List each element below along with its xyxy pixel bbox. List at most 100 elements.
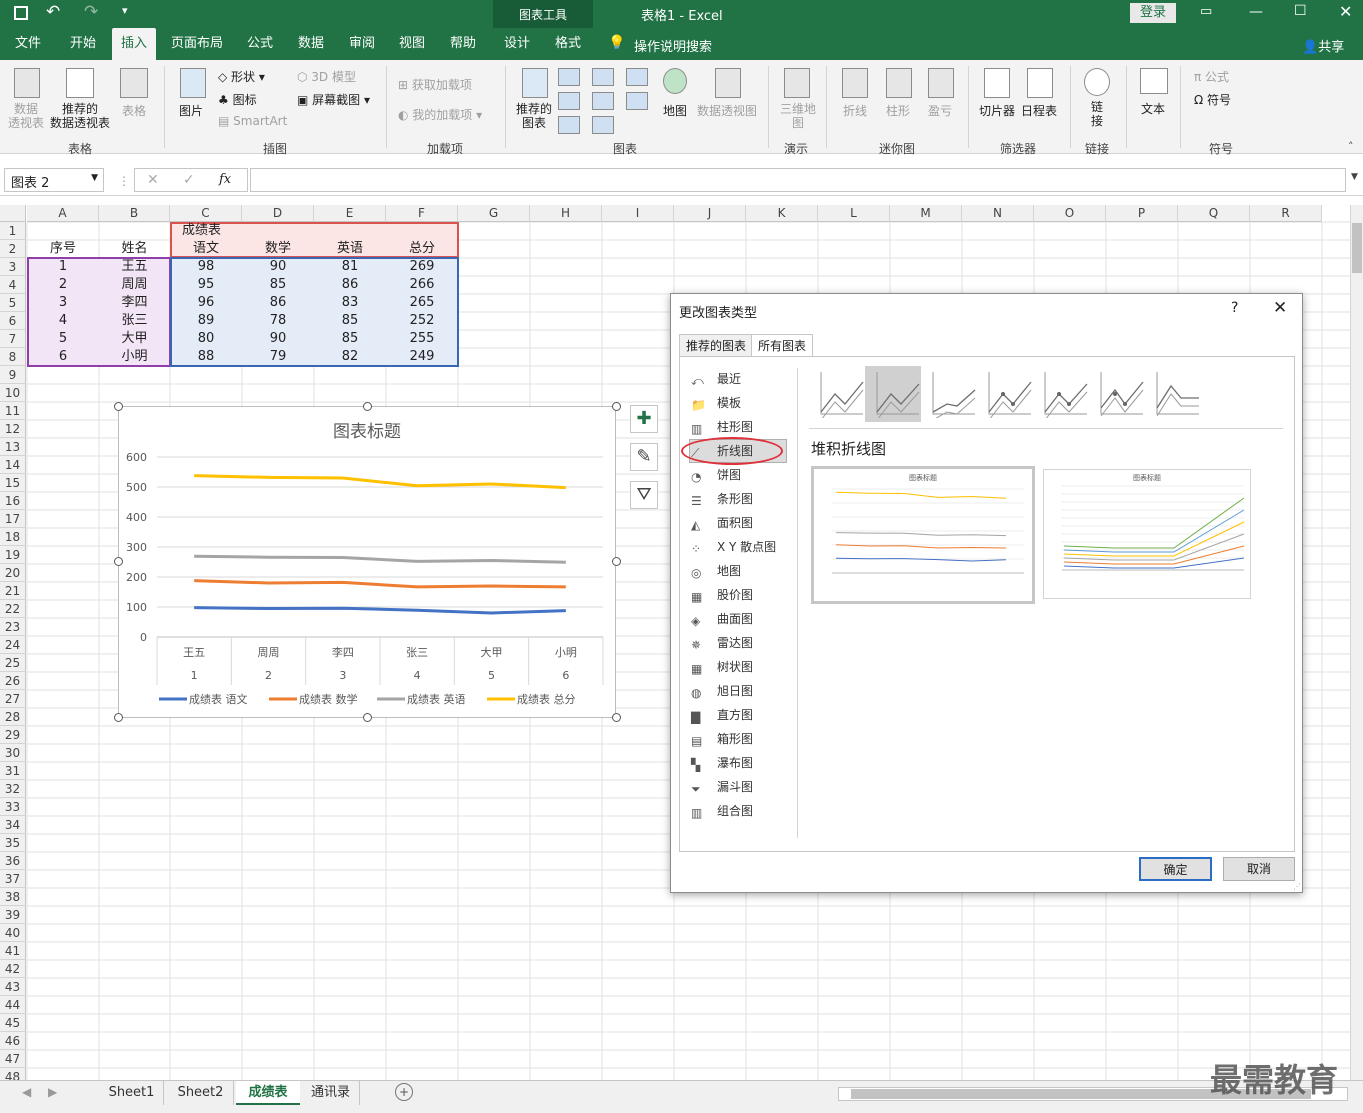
resize-handle[interactable] bbox=[114, 402, 123, 411]
row-header[interactable]: 11 bbox=[0, 402, 26, 420]
chart-subtype-option[interactable] bbox=[929, 368, 979, 421]
row-header[interactable]: 23 bbox=[0, 618, 26, 636]
row-header[interactable]: 47 bbox=[0, 1050, 26, 1068]
table-cell[interactable]: 78 bbox=[242, 312, 314, 330]
chart-subtype-option[interactable] bbox=[985, 368, 1035, 421]
row-header[interactable]: 12 bbox=[0, 420, 26, 438]
table-cell[interactable]: 85 bbox=[314, 330, 386, 348]
row-header[interactable]: 17 bbox=[0, 510, 26, 528]
line-chart[interactable]: 图表标题 600 500 400 300 200 100 0 王五 1 周周 2 李四 3 张三 4 大甲 5 小… bbox=[118, 406, 616, 718]
row-header[interactable]: 4 bbox=[0, 276, 26, 294]
waterfall-chart-icon[interactable] bbox=[626, 92, 648, 110]
column-header[interactable]: H bbox=[530, 205, 602, 222]
icons-button[interactable]: ♣ 图标 bbox=[218, 91, 257, 108]
table-cell[interactable]: 249 bbox=[386, 348, 458, 366]
cancel-icon[interactable]: ✕ bbox=[147, 172, 159, 188]
row-header[interactable]: 16 bbox=[0, 492, 26, 510]
column-header[interactable]: C bbox=[170, 205, 242, 222]
column-header[interactable]: P bbox=[1106, 205, 1178, 222]
row-header[interactable]: 7 bbox=[0, 330, 26, 348]
column-header[interactable]: B bbox=[99, 205, 170, 222]
table-cell[interactable]: 大甲 bbox=[99, 330, 170, 348]
table-cell[interactable]: 4 bbox=[27, 312, 99, 330]
enter-icon[interactable]: ✓ bbox=[183, 172, 195, 188]
chart-category[interactable]: ◎ 地图 bbox=[691, 560, 781, 582]
chart-elements-button[interactable]: ✚ bbox=[630, 405, 658, 433]
chart-category[interactable]: ⁘ X Y 散点图 bbox=[691, 536, 781, 558]
minimize-icon[interactable]: — bbox=[1249, 4, 1263, 20]
table-cell[interactable]: 张三 bbox=[99, 312, 170, 330]
column-chart-icon[interactable] bbox=[558, 68, 580, 86]
chart-subtype-option[interactable] bbox=[873, 368, 923, 421]
column-header[interactable]: K bbox=[746, 205, 818, 222]
table-cell[interactable]: 81 bbox=[314, 258, 386, 276]
column-header[interactable]: Q bbox=[1178, 205, 1250, 222]
resize-handle[interactable] bbox=[114, 713, 123, 722]
login-button[interactable]: 登录 bbox=[1130, 3, 1176, 23]
sparkline-winloss-button[interactable]: 盈亏 bbox=[928, 102, 952, 119]
row-header[interactable]: 35 bbox=[0, 834, 26, 852]
resize-handle[interactable] bbox=[612, 557, 621, 566]
table-cell[interactable]: 98 bbox=[170, 258, 242, 276]
row-header[interactable]: 26 bbox=[0, 672, 26, 690]
table-cell[interactable]: 86 bbox=[314, 276, 386, 294]
row-header[interactable]: 10 bbox=[0, 384, 26, 402]
row-header[interactable]: 24 bbox=[0, 636, 26, 654]
column-header[interactable]: D bbox=[242, 205, 314, 222]
row-header[interactable]: 37 bbox=[0, 870, 26, 888]
pictures-button[interactable]: 图片 bbox=[179, 102, 203, 119]
expand-formula-bar-icon[interactable]: ▼ bbox=[1351, 172, 1358, 182]
row-header[interactable]: 38 bbox=[0, 888, 26, 906]
row-header[interactable]: 21 bbox=[0, 582, 26, 600]
chart-category[interactable]: ▦ 股价图 bbox=[691, 584, 781, 606]
table-cell[interactable]: 255 bbox=[386, 330, 458, 348]
chart-category[interactable]: ▚ 瀑布图 bbox=[691, 752, 781, 774]
chart-category[interactable]: ☰ 条形图 bbox=[691, 488, 781, 510]
chart-category[interactable]: 📁 模板 bbox=[691, 392, 781, 414]
table-cell[interactable]: 265 bbox=[386, 294, 458, 312]
pie-chart-icon[interactable] bbox=[558, 116, 580, 134]
row-header[interactable]: 15 bbox=[0, 474, 26, 492]
table-cell[interactable]: 269 bbox=[386, 258, 458, 276]
chart-category[interactable]: ▥ 柱形图 bbox=[691, 416, 781, 438]
table-header-cell[interactable]: 总分 bbox=[386, 240, 458, 258]
resize-handle[interactable] bbox=[612, 402, 621, 411]
chart-styles-button[interactable]: ✎ bbox=[630, 443, 658, 471]
tab-recommended-charts[interactable]: 推荐的图表 bbox=[679, 334, 754, 356]
table-cell[interactable]: 2 bbox=[27, 276, 99, 294]
table-cell[interactable]: 1 bbox=[27, 258, 99, 276]
qat-customize-icon[interactable]: ▾ bbox=[122, 4, 128, 17]
resize-handle[interactable] bbox=[363, 713, 372, 722]
vertical-scroll-thumb[interactable] bbox=[1352, 223, 1362, 273]
chart-category[interactable]: ▇ 直方图 bbox=[691, 704, 781, 726]
ribbon-display-icon[interactable]: ▭ bbox=[1200, 4, 1212, 19]
equation-button[interactable]: π 公式 bbox=[1194, 68, 1229, 85]
scatter-chart-icon[interactable] bbox=[592, 116, 614, 134]
row-header[interactable]: 3 bbox=[0, 258, 26, 276]
line-chart-icon[interactable] bbox=[558, 92, 580, 110]
table-cell[interactable]: 90 bbox=[242, 258, 314, 276]
maximize-icon[interactable]: ☐ bbox=[1294, 3, 1307, 19]
chart-category[interactable]: ✵ 雷达图 bbox=[691, 632, 781, 654]
row-header[interactable]: 18 bbox=[0, 528, 26, 546]
row-header[interactable]: 39 bbox=[0, 906, 26, 924]
table-cell[interactable]: 96 bbox=[170, 294, 242, 312]
tab-all-charts[interactable]: 所有图表 bbox=[751, 334, 814, 357]
row-header[interactable]: 6 bbox=[0, 312, 26, 330]
chart-subtype-option[interactable] bbox=[1041, 368, 1091, 421]
column-header[interactable]: J bbox=[674, 205, 746, 222]
row-header[interactable]: 25 bbox=[0, 654, 26, 672]
row-header[interactable]: 46 bbox=[0, 1032, 26, 1050]
chart-category[interactable]: ◈ 曲面图 bbox=[691, 608, 781, 630]
table-cell[interactable]: 王五 bbox=[99, 258, 170, 276]
tell-me-search[interactable]: 操作说明搜索 bbox=[634, 36, 712, 55]
row-header[interactable]: 31 bbox=[0, 762, 26, 780]
row-header[interactable]: 34 bbox=[0, 816, 26, 834]
row-header[interactable]: 13 bbox=[0, 438, 26, 456]
chart-filters-button[interactable]: ⛛ bbox=[630, 481, 658, 509]
row-header[interactable]: 29 bbox=[0, 726, 26, 744]
resize-handle[interactable] bbox=[114, 557, 123, 566]
chart-category[interactable]: ◍ 旭日图 bbox=[691, 680, 781, 702]
table-cell[interactable]: 79 bbox=[242, 348, 314, 366]
row-header[interactable]: 27 bbox=[0, 690, 26, 708]
